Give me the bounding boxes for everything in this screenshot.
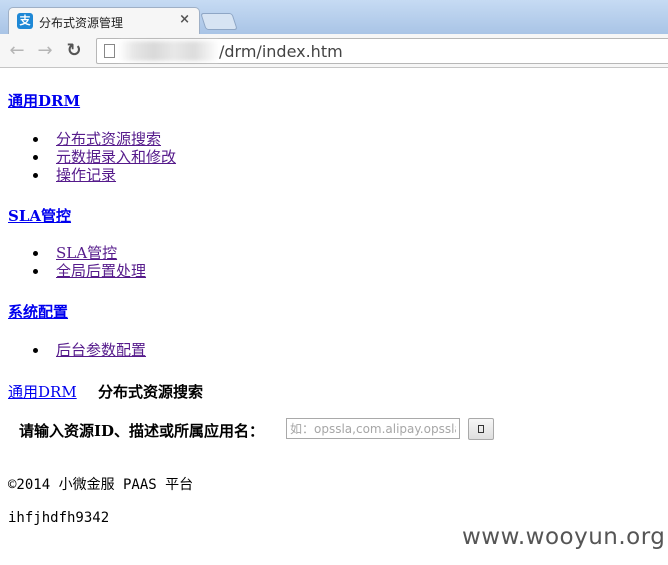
new-tab-button[interactable] xyxy=(200,13,238,30)
list-item: 全局后置处理 xyxy=(0,262,146,280)
nav-list-sla: SLA管控 全局后置处理 xyxy=(0,244,146,280)
breadcrumb-link-drm[interactable]: 通用DRM xyxy=(8,381,77,402)
tab-title: 分布式资源管理 xyxy=(39,16,124,30)
footer-code: ihfjhdfh9342 xyxy=(8,510,110,526)
search-input[interactable] xyxy=(286,418,460,439)
page-title: 分布式资源搜索 xyxy=(98,383,204,401)
tab-close-icon[interactable]: × xyxy=(179,12,190,27)
nav-item-global-postprocess[interactable]: 全局后置处理 xyxy=(56,262,146,280)
list-item: SLA管控 xyxy=(0,244,146,262)
nav-list-system-config: 后台参数配置 xyxy=(0,341,146,359)
back-arrow-icon[interactable]: ← xyxy=(6,40,28,62)
page-icon xyxy=(104,44,115,58)
watermark: www.wooyun.org xyxy=(462,524,666,550)
search-button[interactable] xyxy=(468,418,494,440)
nav-item-sla-control[interactable]: SLA管控 xyxy=(56,244,117,262)
browser-toolbar: ← → ↻ /drm/index.htm xyxy=(0,34,668,68)
search-label: 请输入资源ID、描述或所属应用名： xyxy=(19,422,265,440)
nav-item-operation-log[interactable]: 操作记录 xyxy=(56,166,116,184)
reload-icon[interactable]: ↻ xyxy=(63,40,85,62)
nav-section-system-config[interactable]: 系统配置 xyxy=(8,301,68,322)
list-item: 分布式资源搜索 xyxy=(0,130,176,148)
page-content: 通用DRM 分布式资源搜索 元数据录入和修改 操作记录 SLA管控 SLA管控 … xyxy=(0,68,668,565)
tab-strip: 支 分布式资源管理 × xyxy=(0,0,668,34)
forward-arrow-icon[interactable]: → xyxy=(34,40,56,62)
list-item: 操作记录 xyxy=(0,166,176,184)
nav-item-metadata-edit[interactable]: 元数据录入和修改 xyxy=(56,148,176,166)
url-redacted xyxy=(119,41,219,61)
browser-chrome: 支 分布式资源管理 × ← → ↻ /drm/index.htm xyxy=(0,0,668,68)
nav-item-resource-search[interactable]: 分布式资源搜索 xyxy=(56,130,161,148)
address-bar[interactable]: /drm/index.htm xyxy=(96,38,668,64)
list-item: 元数据录入和修改 xyxy=(0,148,176,166)
nav-list-drm: 分布式资源搜索 元数据录入和修改 操作记录 xyxy=(0,130,176,184)
nav-item-backend-params[interactable]: 后台参数配置 xyxy=(56,341,146,359)
nav-section-drm[interactable]: 通用DRM xyxy=(8,90,80,111)
url-text: /drm/index.htm xyxy=(219,42,343,61)
nav-section-sla[interactable]: SLA管控 xyxy=(8,205,71,226)
footer-copyright: ©2014 小微金服 PAAS 平台 xyxy=(8,477,194,493)
browser-tab[interactable]: 支 分布式资源管理 × xyxy=(8,7,200,34)
site-favicon-icon: 支 xyxy=(17,13,33,29)
list-item: 后台参数配置 xyxy=(0,341,146,359)
search-button-glyph-icon xyxy=(478,425,484,433)
